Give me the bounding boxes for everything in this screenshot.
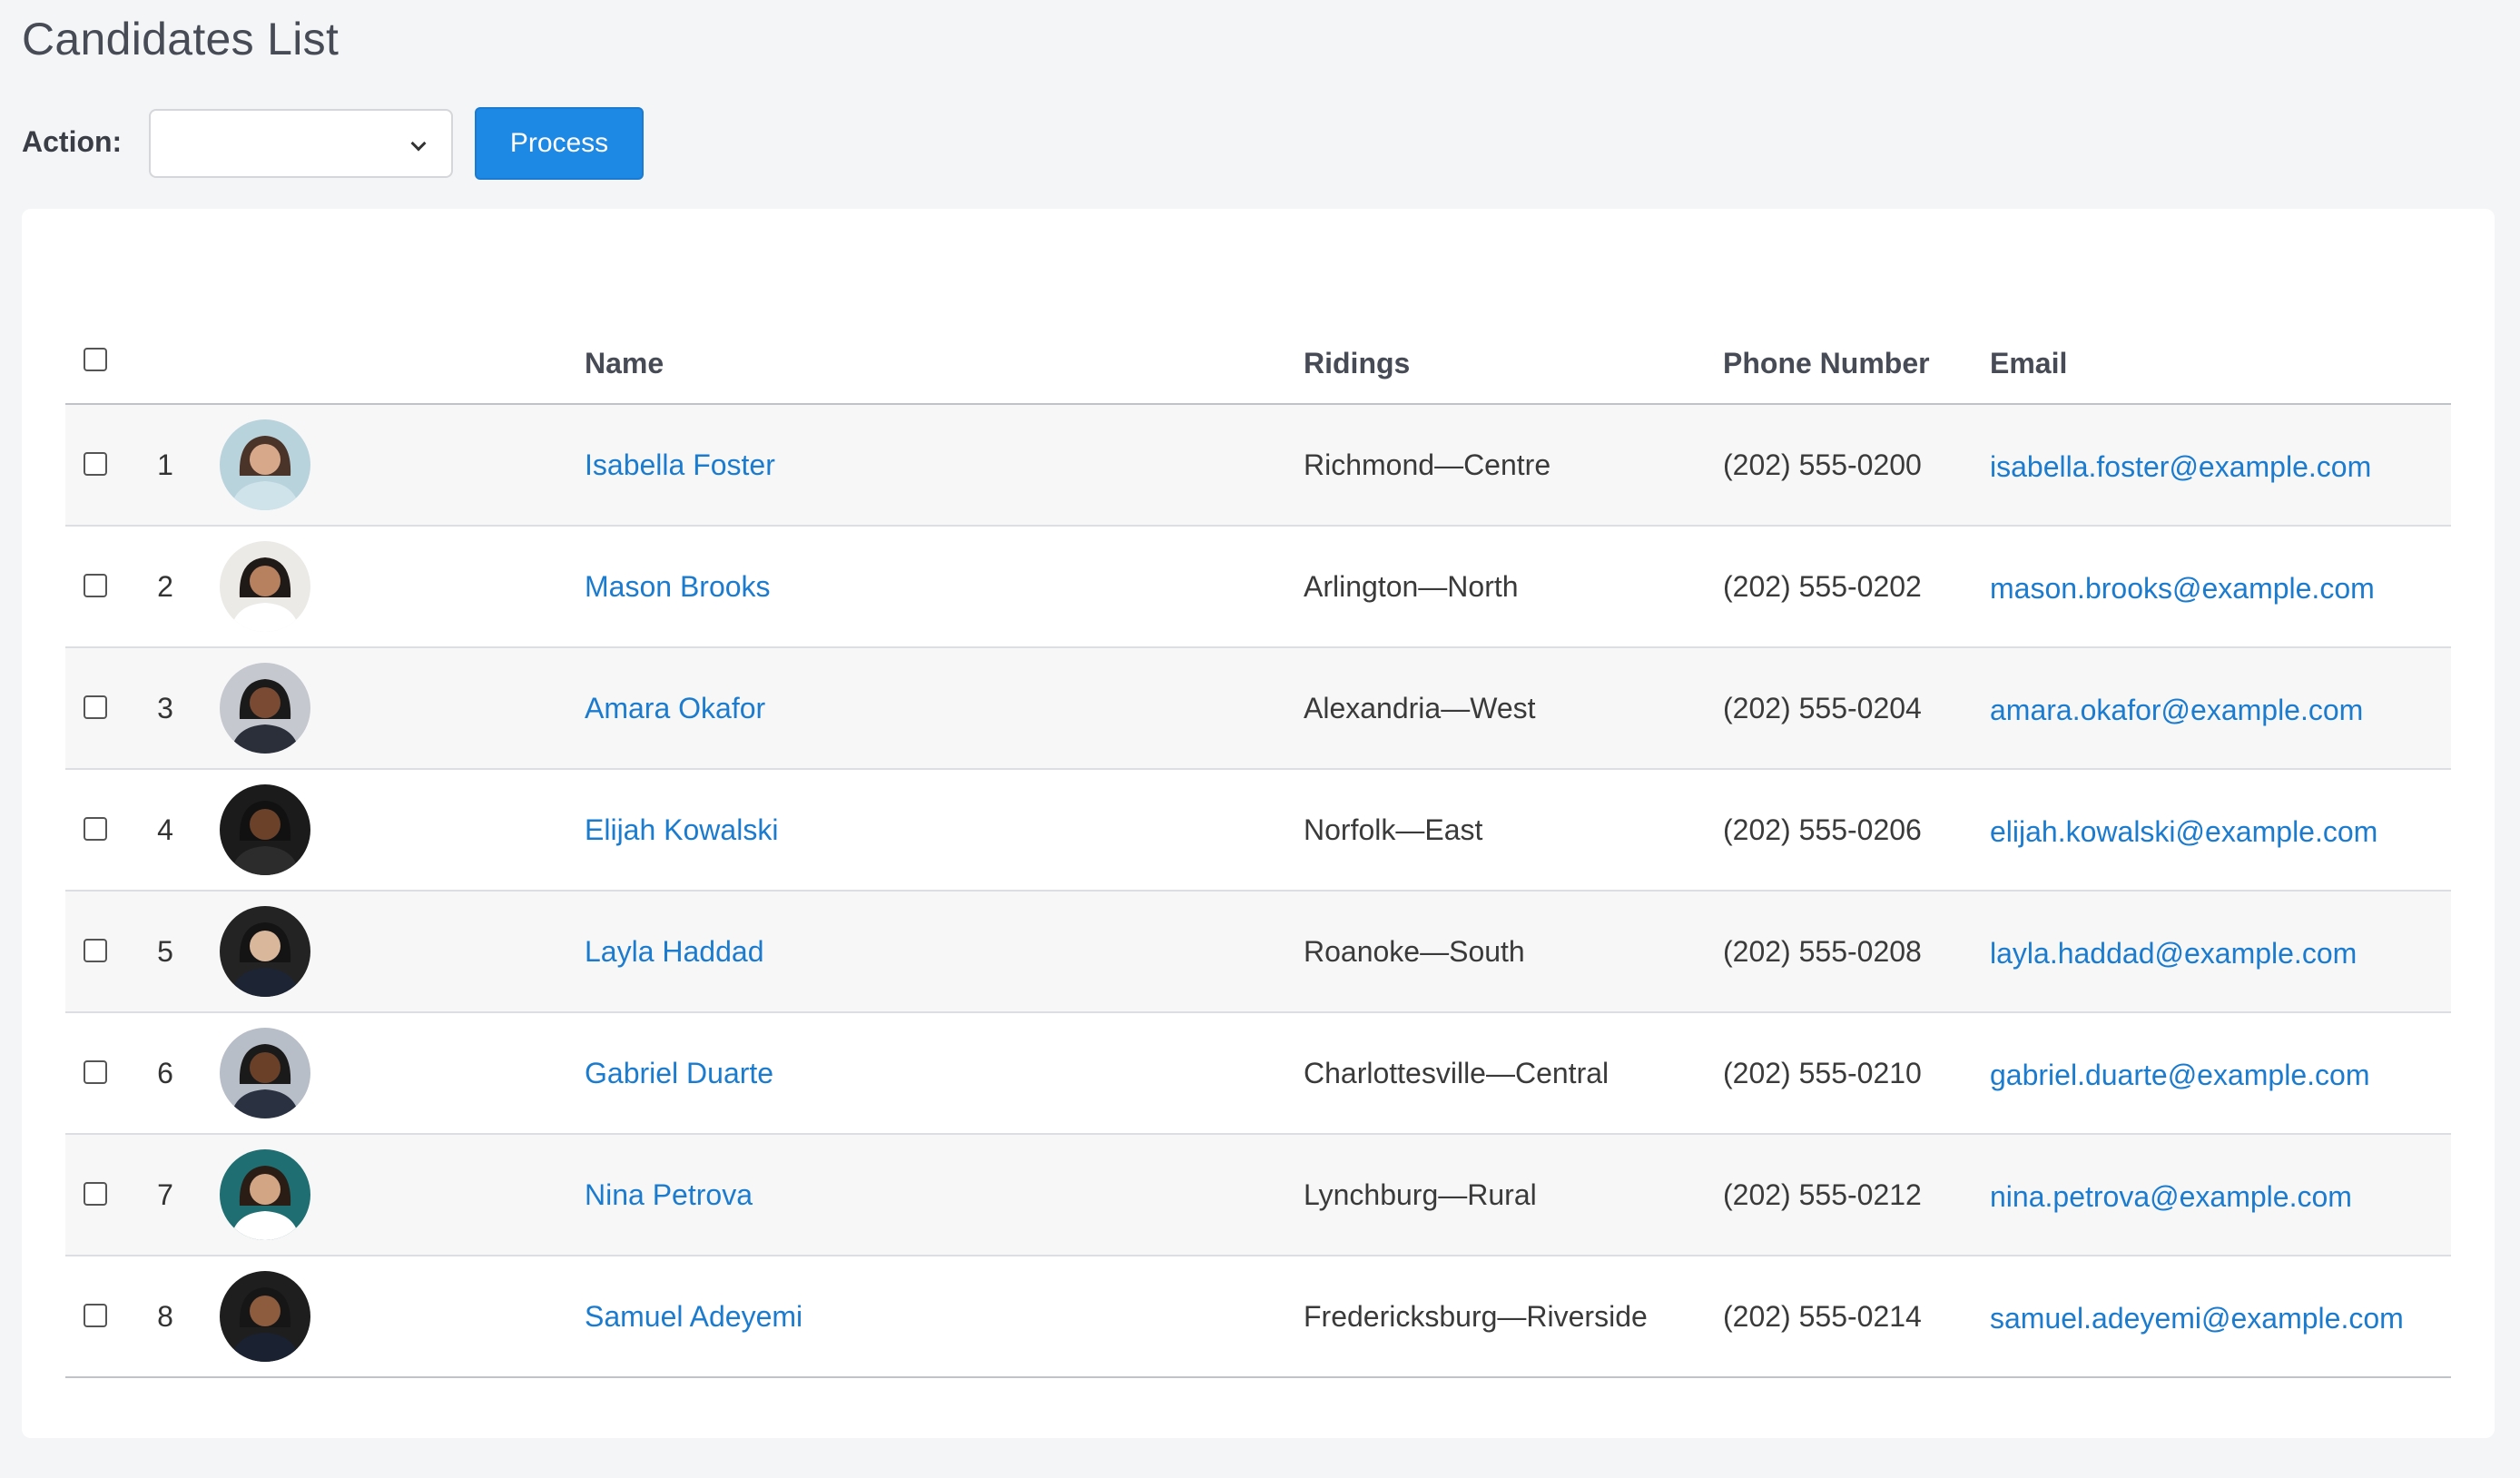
action-select[interactable] xyxy=(149,109,453,178)
select-all-checkbox[interactable] xyxy=(84,348,107,371)
candidate-phone: (202) 555-0214 xyxy=(1723,1300,1922,1333)
table-header: Name Ridings Phone Number Email xyxy=(65,300,2451,405)
chevron-down-icon xyxy=(410,135,427,152)
row-checkbox[interactable] xyxy=(84,1182,107,1206)
table-body: 1 Isabella Foster Richmond—Centre (202) … xyxy=(65,405,2451,1378)
candidate-name-link[interactable]: Isabella Foster xyxy=(585,448,775,482)
process-button[interactable]: Process xyxy=(475,107,644,180)
table-row: 5 Layla Haddad Roanoke—South (202) 555-0… xyxy=(65,892,2451,1013)
candidate-riding: Norfolk—East xyxy=(1304,813,1483,846)
candidate-phone: (202) 555-0210 xyxy=(1723,1057,1922,1089)
candidate-riding: Alexandria—West xyxy=(1304,692,1536,724)
row-number: 6 xyxy=(157,1057,173,1089)
avatar xyxy=(220,1028,310,1118)
avatar xyxy=(220,1271,310,1362)
table-row: 7 Nina Petrova Lynchburg—Rural (202) 555… xyxy=(65,1135,2451,1256)
candidate-email-link[interactable]: gabriel.duarte@example.com xyxy=(1990,1059,2369,1092)
row-number: 3 xyxy=(157,692,173,724)
row-checkbox[interactable] xyxy=(84,574,107,597)
avatar-face xyxy=(250,444,281,475)
avatar xyxy=(220,663,310,754)
row-number: 8 xyxy=(157,1300,173,1333)
row-checkbox[interactable] xyxy=(84,939,107,962)
row-number: 5 xyxy=(157,935,173,968)
avatar xyxy=(220,784,310,875)
candidate-name-link[interactable]: Amara Okafor xyxy=(585,692,765,725)
avatar-face xyxy=(250,1296,281,1326)
candidate-phone: (202) 555-0208 xyxy=(1723,935,1922,968)
row-number: 2 xyxy=(157,570,173,603)
row-checkbox[interactable] xyxy=(84,452,107,476)
candidate-email-link[interactable]: layla.haddad@example.com xyxy=(1990,937,2357,971)
candidate-phone: (202) 555-0206 xyxy=(1723,813,1922,846)
row-checkbox[interactable] xyxy=(84,817,107,841)
candidate-name-link[interactable]: Gabriel Duarte xyxy=(585,1057,773,1090)
candidate-email-link[interactable]: amara.okafor@example.com xyxy=(1990,694,2363,727)
candidate-phone: (202) 555-0212 xyxy=(1723,1178,1922,1211)
candidate-name-link[interactable]: Samuel Adeyemi xyxy=(585,1300,802,1334)
candidates-table: Name Ridings Phone Number Email 1 Isabel… xyxy=(65,300,2451,1378)
candidate-riding: Fredericksburg—Riverside xyxy=(1304,1300,1648,1333)
row-number: 4 xyxy=(157,813,173,846)
header-ridings[interactable]: Ridings xyxy=(1304,347,1410,380)
avatar xyxy=(220,419,310,510)
avatar-face xyxy=(250,809,281,840)
candidate-riding: Arlington—North xyxy=(1304,570,1519,603)
avatar xyxy=(220,906,310,997)
candidate-phone: (202) 555-0202 xyxy=(1723,570,1922,603)
candidate-phone: (202) 555-0204 xyxy=(1723,692,1922,724)
row-checkbox[interactable] xyxy=(84,1304,107,1327)
avatar-face xyxy=(250,566,281,596)
row-number: 1 xyxy=(157,448,173,481)
candidate-email-link[interactable]: mason.brooks@example.com xyxy=(1990,572,2375,606)
action-label: Action: xyxy=(22,125,123,158)
candidate-riding: Lynchburg—Rural xyxy=(1304,1178,1537,1211)
table-row: 3 Amara Okafor Alexandria—West (202) 555… xyxy=(65,648,2451,770)
row-checkbox[interactable] xyxy=(84,1060,107,1084)
candidate-phone: (202) 555-0200 xyxy=(1723,448,1922,481)
header-phone[interactable]: Phone Number xyxy=(1723,347,1930,380)
avatar-face xyxy=(250,931,281,961)
header-name[interactable]: Name xyxy=(585,347,664,380)
candidate-name-link[interactable]: Nina Petrova xyxy=(585,1178,753,1212)
header-email[interactable]: Email xyxy=(1990,347,2067,380)
candidate-riding: Charlottesville—Central xyxy=(1304,1057,1609,1089)
avatar-face xyxy=(250,1174,281,1205)
candidate-email-link[interactable]: samuel.adeyemi@example.com xyxy=(1990,1302,2404,1335)
avatar-face xyxy=(250,1052,281,1083)
candidate-name-link[interactable]: Elijah Kowalski xyxy=(585,813,778,847)
row-checkbox[interactable] xyxy=(84,695,107,719)
candidate-email-link[interactable]: elijah.kowalski@example.com xyxy=(1990,815,2377,849)
candidates-card: Name Ridings Phone Number Email 1 Isabel… xyxy=(22,209,2495,1438)
page-title: Candidates List xyxy=(22,14,340,64)
candidate-email-link[interactable]: isabella.foster@example.com xyxy=(1990,450,2371,484)
table-row: 1 Isabella Foster Richmond—Centre (202) … xyxy=(65,405,2451,527)
table-row: 2 Mason Brooks Arlington—North (202) 555… xyxy=(65,527,2451,648)
candidate-name-link[interactable]: Mason Brooks xyxy=(585,570,771,604)
candidate-name-link[interactable]: Layla Haddad xyxy=(585,935,763,969)
row-number: 7 xyxy=(157,1178,173,1211)
avatar xyxy=(220,1149,310,1240)
avatar xyxy=(220,541,310,632)
avatar-face xyxy=(250,687,281,718)
candidate-riding: Richmond—Centre xyxy=(1304,448,1551,481)
table-row: 4 Elijah Kowalski Norfolk—East (202) 555… xyxy=(65,770,2451,892)
table-row: 6 Gabriel Duarte Charlottesville—Central… xyxy=(65,1013,2451,1135)
candidate-riding: Roanoke—South xyxy=(1304,935,1525,968)
table-row: 8 Samuel Adeyemi Fredericksburg—Riversid… xyxy=(65,1256,2451,1378)
candidate-email-link[interactable]: nina.petrova@example.com xyxy=(1990,1180,2352,1214)
